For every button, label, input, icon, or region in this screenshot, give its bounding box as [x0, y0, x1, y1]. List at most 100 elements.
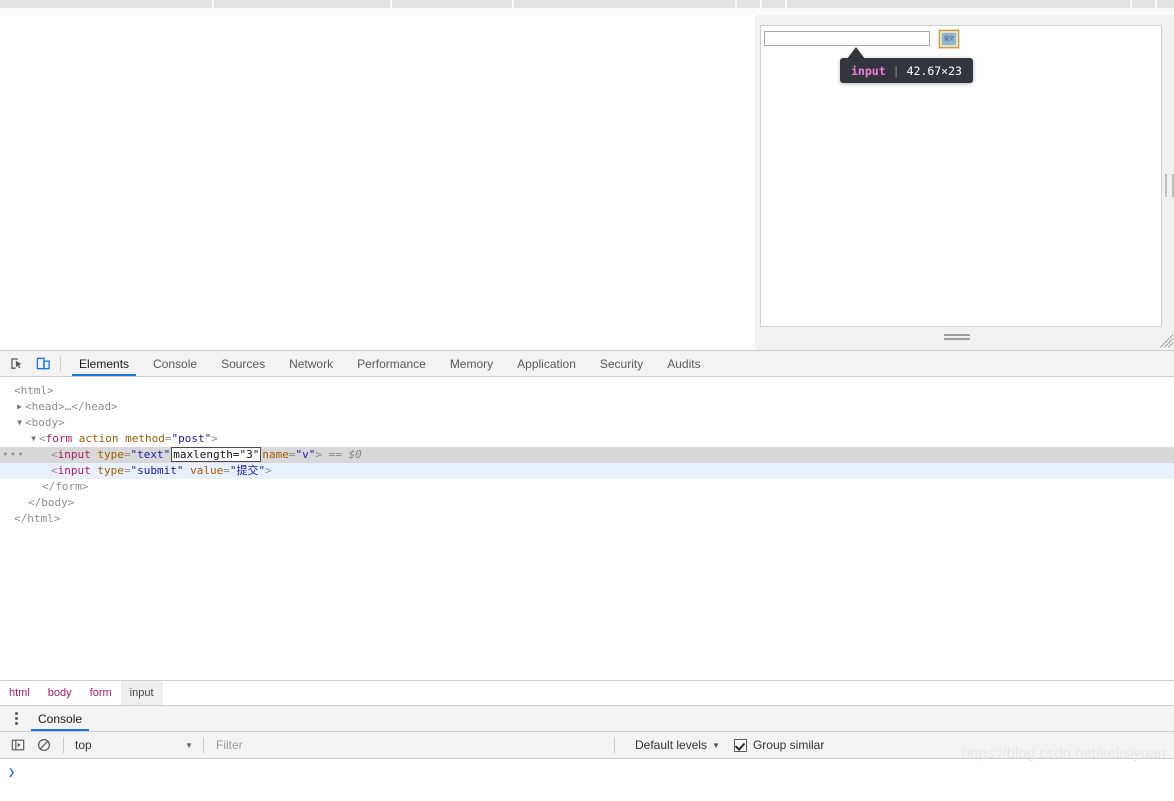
chevron-down-icon: ▼ [712, 740, 720, 750]
dom-node-body-close[interactable]: </body> [0, 495, 1174, 511]
dom-node-form-close-text: </form> [42, 480, 89, 493]
execution-context-select[interactable]: top ▼ [70, 738, 197, 752]
tooltip-separator: | [892, 63, 900, 78]
input-submit-close-bracket: > [265, 464, 272, 477]
toolbar-divider [614, 737, 615, 753]
log-levels-select[interactable]: Default levels ▼ [635, 738, 720, 752]
input-text-tag-name: input [57, 448, 91, 461]
group-similar-toggle[interactable]: Group similar [733, 738, 825, 752]
tab-sources-label: Sources [221, 356, 266, 371]
breadcrumb-item-form[interactable]: form [81, 681, 121, 705]
dom-node-body-open-text: <body> [25, 416, 65, 429]
input-submit-eq-2: = [223, 464, 230, 477]
drawer-tab-console[interactable]: Console [26, 706, 94, 731]
chrome-divider [785, 0, 787, 8]
tab-network-label: Network [289, 356, 334, 371]
page-text-input[interactable] [764, 31, 930, 46]
breadcrumb-item-html[interactable]: html [0, 681, 39, 705]
tab-security-label: Security [599, 356, 644, 371]
input-text-type-value[interactable]: "text" [131, 448, 171, 461]
form-attr-action[interactable]: action [79, 432, 119, 445]
inspect-element-icon[interactable] [4, 351, 30, 376]
chrome-divider [212, 0, 214, 8]
toolbar-divider [60, 356, 61, 371]
tab-performance[interactable]: Performance [345, 351, 438, 376]
device-toolbar-icon[interactable] [30, 351, 56, 376]
breadcrumb-item-form-label: form [89, 687, 112, 699]
dom-node-html-close[interactable]: </html> [0, 511, 1174, 527]
tab-memory-label: Memory [449, 356, 494, 371]
tab-sources[interactable]: Sources [209, 351, 277, 376]
tab-application-label: Application [517, 356, 576, 371]
input-text-eq-1: = [123, 448, 131, 461]
page-submit-button[interactable]: 提交 [938, 29, 960, 49]
dom-node-head[interactable]: ▶ <head>…</head> [0, 399, 1174, 415]
browser-toolbar-strip-lower [0, 8, 1174, 15]
input-text-attr-type[interactable]: type [97, 448, 124, 461]
form-method-value[interactable]: "post" [172, 432, 212, 445]
tab-elements-label: Elements [79, 356, 130, 371]
console-selection-marker: == $0 [328, 448, 362, 461]
breadcrumb-item-body[interactable]: body [39, 681, 81, 705]
chevron-down-icon[interactable]: ▼ [14, 415, 25, 431]
tab-elements[interactable]: Elements [67, 351, 141, 376]
chevron-down-icon[interactable]: ▼ [28, 431, 39, 447]
devtools-panel: Elements Console Sources Network Perform… [0, 350, 1174, 801]
console-message-area[interactable]: ❯ [0, 759, 1174, 801]
dom-node-input-submit[interactable]: <input type="submit" value="提交"> [0, 463, 1174, 479]
browser-toolbar-strip [0, 0, 1174, 8]
tab-audits[interactable]: Audits [655, 351, 712, 376]
console-sidebar-icon[interactable] [5, 732, 31, 758]
viewport-corner-resize-handle[interactable] [1159, 334, 1173, 348]
drawer-tab-console-label: Console [38, 711, 83, 726]
tab-memory[interactable]: Memory [438, 351, 505, 376]
console-filter-input[interactable] [210, 735, 608, 755]
execution-context-value: top [75, 738, 92, 752]
toolbar-divider [63, 737, 64, 753]
drawer-tabbar: Console [0, 706, 1174, 732]
dom-node-form-close[interactable]: </form> [0, 479, 1174, 495]
chevron-right-icon[interactable]: ▶ [14, 399, 25, 415]
log-levels-label: Default levels [635, 738, 708, 752]
tab-console-label: Console [153, 356, 198, 371]
input-submit-value-value[interactable]: "提交" [230, 464, 265, 477]
node-overflow-dots[interactable]: ••• [2, 447, 25, 463]
viewport-right-resize-handle[interactable] [1165, 174, 1174, 197]
form-open-bracket: < [39, 432, 46, 445]
form-attr-method[interactable]: method [125, 432, 165, 445]
chrome-divider [390, 0, 392, 8]
tab-network[interactable]: Network [277, 351, 345, 376]
group-similar-checkbox[interactable] [733, 738, 747, 752]
attribute-edit-field[interactable]: maxlength="3" [171, 447, 262, 462]
console-prompt-icon[interactable]: ❯ [8, 765, 15, 779]
tab-security[interactable]: Security [588, 351, 655, 376]
chrome-divider [735, 0, 737, 8]
breadcrumb-item-input[interactable]: input [120, 681, 163, 705]
input-submit-attr-type[interactable]: type [97, 464, 124, 477]
tab-application[interactable]: Application [505, 351, 588, 376]
input-submit-type-value[interactable]: "submit" [131, 464, 184, 477]
chrome-divider [512, 0, 514, 8]
viewport-bottom-resize-handle[interactable] [944, 334, 970, 341]
dom-node-form-open[interactable]: ▼ <form action method="post"> [0, 431, 1174, 447]
input-submit-tag-name: input [57, 464, 91, 477]
dom-node-body-open[interactable]: ▼ <body> [0, 415, 1174, 431]
dom-node-html-open[interactable]: <html> [0, 383, 1174, 399]
dom-node-input-text[interactable]: ••• <input type="text" maxlength="3" name =… [0, 447, 1174, 463]
dom-node-html-open-text: <html> [14, 384, 54, 397]
kebab-menu-icon[interactable] [6, 706, 26, 731]
tab-console[interactable]: Console [141, 351, 209, 376]
watermark: https://blog.csdn.net/kelisiyuan [961, 745, 1166, 762]
group-similar-label: Group similar [752, 738, 825, 752]
breadcrumb-item-html-label: html [9, 687, 30, 699]
input-submit-attr-value[interactable]: value [190, 464, 223, 477]
chevron-down-icon: ▼ [185, 740, 193, 750]
input-text-attr-name[interactable]: name [262, 448, 289, 461]
devtools-tabbar: Elements Console Sources Network Perform… [0, 351, 1174, 377]
input-text-name-value[interactable]: "v" [295, 448, 315, 461]
clear-console-icon[interactable] [31, 732, 57, 758]
chrome-divider [1130, 0, 1132, 8]
dom-tree[interactable]: <html> ▶ <head>…</head> ▼ <body> ▼ <form… [0, 377, 1174, 680]
chrome-divider [760, 0, 762, 8]
tooltip-dimensions: 42.67×23 [906, 63, 962, 78]
